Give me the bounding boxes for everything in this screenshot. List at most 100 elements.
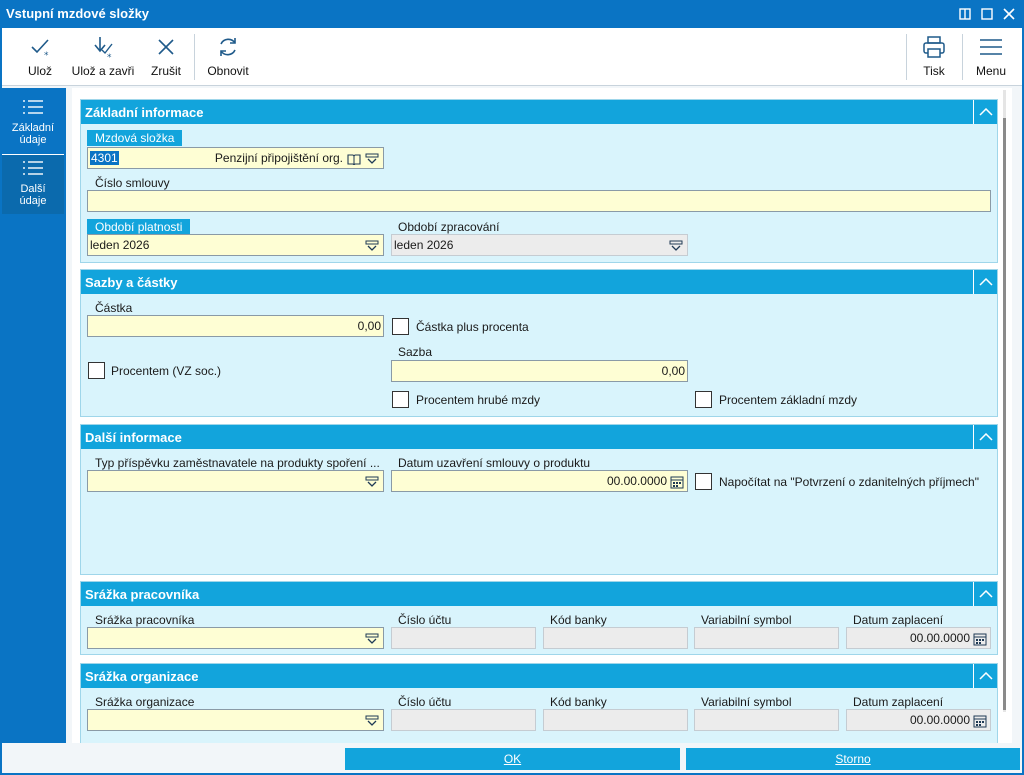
contract-date-input[interactable]: 00.00.0000 [391,470,688,492]
section-header: Sazby a částky [81,270,997,294]
close-icon[interactable] [1000,5,1018,23]
toolbar: * Ulož * Ulož a zavři Zrušit Obnovit Tis… [2,28,1022,86]
calendar-icon[interactable] [670,475,684,489]
emp-account-label: Číslo účtu [398,613,452,627]
section-header: Srážka organizace [81,664,997,688]
validity-value: leden 2026 [90,238,150,252]
emp-bank-label: Kód banky [550,613,607,627]
contract-date-value: 00.00.0000 [606,474,667,488]
emp-pay-date-label: Datum zaplacení [853,613,944,627]
section-title: Sazby a částky [85,275,178,290]
section-header: Srážka pracovníka [81,582,997,606]
title-bar: Vstupní mzdové složky [0,0,1024,28]
nav-more-data[interactable]: Další údaje [2,154,64,214]
section-more-info: Další informace Typ příspěvku zaměstnava… [80,424,998,575]
section-header: Základní informace [81,100,997,124]
menu-button[interactable]: Menu [970,34,1012,82]
org-vs-label: Variabilní symbol [701,695,792,709]
include-certificate-checkbox[interactable] [695,473,712,490]
percent-base-label: Procentem základní mzdy [719,393,858,407]
refresh-button[interactable]: Obnovit [204,34,252,82]
scrollbar-thumb[interactable] [1003,118,1006,710]
menu-label: Menu [975,64,1007,78]
include-certificate-label: Napočítat na "Potvrzení o zdanitelných p… [719,475,979,489]
org-pay-date-input: 00.00.0000 [846,709,991,731]
processing-label: Období zpracování [398,220,500,234]
percent-gross-checkbox[interactable] [392,391,409,408]
form-content: Základní informace Mzdová složka 4301 Pe… [72,88,1012,743]
amount-input[interactable]: 0,00 [87,315,384,337]
cancel-tool-button[interactable]: Zrušit [146,34,186,82]
dropdown-icon [669,240,683,251]
section-title: Srážka organizace [85,669,199,684]
toolbar-separator [194,34,195,80]
cancel-tool-label: Zrušit [151,64,181,78]
org-bank-label: Kód banky [550,695,607,709]
calendar-icon [973,715,987,728]
restore-icon[interactable] [956,5,974,23]
section-title: Základní informace [85,105,204,120]
save-close-icon: * [94,37,113,60]
hamburger-icon [980,39,1002,55]
amount-label: Částka [95,301,133,315]
emp-bank-input [543,627,688,649]
book-icon[interactable] [347,153,361,165]
percent-vz-label: Procentem (VZ soc.) [111,364,222,378]
dropdown-icon[interactable] [365,633,379,645]
emp-deduction-select[interactable] [87,627,384,649]
dropdown-icon[interactable] [365,476,379,488]
org-vs-input [694,709,839,731]
dropdown-icon[interactable] [365,240,379,252]
type-select[interactable] [87,470,384,492]
dropdown-icon[interactable] [365,715,379,727]
percent-gross-label: Procentem hrubé mzdy [416,393,541,407]
section-org-deduction: Srážka organizace Srážka organizace Čísl… [80,663,998,743]
nav-more-label: Další údaje [19,183,47,207]
refresh-label: Obnovit [207,64,249,78]
percent-vz-checkbox[interactable] [88,362,105,379]
validity-select[interactable]: leden 2026 [87,234,384,256]
emp-vs-input [694,627,839,649]
collapse-icon[interactable] [973,425,997,449]
dropdown-icon[interactable] [365,153,379,165]
collapse-icon[interactable] [973,100,997,124]
window-frame: * Ulož * Ulož a zavři Zrušit Obnovit Tis… [2,28,1022,773]
emp-pay-date-input: 00.00.0000 [846,627,991,649]
emp-vs-label: Variabilní symbol [701,613,792,627]
save-label: Ulož [27,64,52,78]
storno-button[interactable]: Storno [686,748,1020,770]
section-title: Srážka pracovníka [85,587,200,602]
refresh-icon [220,38,236,56]
ok-button[interactable]: OK [345,748,680,770]
processing-value: leden 2026 [394,238,454,252]
rate-label: Sazba [398,345,433,359]
printer-icon [923,36,945,58]
component-label: Mzdová složka [87,130,183,146]
contract-label: Číslo smlouvy [95,176,170,190]
org-pay-date-label: Datum zaplacení [853,695,944,709]
amount-plus-percent-checkbox[interactable] [392,318,409,335]
calendar-icon [973,633,987,646]
nav-basic-data[interactable]: Základní údaje [2,94,64,154]
percent-base-checkbox[interactable] [695,391,712,408]
window-title: Vstupní mzdové složky [6,6,150,21]
collapse-icon[interactable] [973,664,997,688]
print-button[interactable]: Tisk [914,34,954,82]
org-pay-date-value: 00.00.0000 [909,713,970,727]
collapse-icon[interactable] [973,582,997,606]
contract-input[interactable] [87,190,991,212]
svg-text:*: * [107,53,112,60]
component-field[interactable]: 4301 Penzijní připojištění org. [87,147,384,169]
component-name: Penzijní připojištění org. [214,151,343,165]
section-basic-info: Základní informace Mzdová složka 4301 Pe… [80,99,998,263]
contract-date-label: Datum uzavření smlouvy o produktu [398,456,591,470]
amount-plus-percent-label: Částka plus procenta [416,320,529,334]
save-button[interactable]: * Ulož [20,34,60,82]
org-bank-input [543,709,688,731]
rate-input[interactable]: 0,00 [391,360,688,382]
collapse-icon[interactable] [973,270,997,294]
maximize-icon[interactable] [978,5,996,23]
list-icon [23,100,43,114]
org-deduction-select[interactable] [87,709,384,731]
save-close-button[interactable]: * Ulož a zavři [70,34,136,82]
